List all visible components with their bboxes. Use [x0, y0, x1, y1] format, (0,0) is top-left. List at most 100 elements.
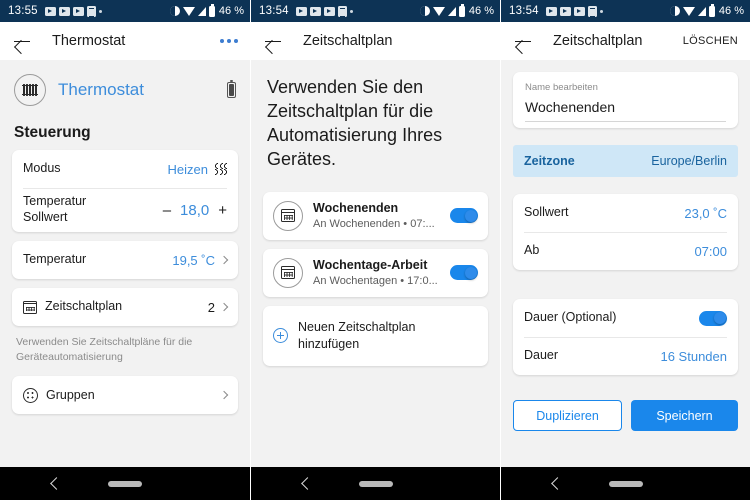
row-gruppen[interactable]: Gruppen: [12, 376, 238, 414]
groups-icon: [23, 387, 38, 403]
back-arrow-icon[interactable]: [513, 31, 533, 51]
schedule-name: Wochentage-Arbeit: [313, 258, 428, 273]
save-button[interactable]: Speichern: [631, 400, 738, 431]
row-zeitzone[interactable]: Zeitzone Europe/Berlin: [513, 145, 738, 177]
video-notification-icon: [573, 6, 585, 16]
device-header: Thermostat: [12, 60, 238, 106]
row-temperatur[interactable]: Temperatur 19,5 ˚C: [12, 241, 238, 279]
nav-back-icon[interactable]: [301, 477, 314, 490]
message-notification-icon: [587, 5, 597, 17]
nav-back-icon[interactable]: [551, 477, 564, 490]
kebab-menu-icon[interactable]: [220, 39, 238, 43]
nav-home-pill[interactable]: [358, 480, 393, 487]
list-item-texts: Wochentage-Arbeit An Wochentagen • 17:0.…: [313, 258, 442, 287]
row-temperatur-sollwert[interactable]: Temperatur Sollwert – 18,0 +: [12, 188, 238, 232]
row-sollwert[interactable]: Sollwert 23,0 ˚C: [513, 194, 738, 232]
page-title: Zeitschaltplan: [553, 33, 643, 49]
schedule-toggle[interactable]: [450, 265, 478, 281]
battery-icon: [208, 3, 215, 17]
panel-schedule-list: 13:54 46 % Zeitschaltplan Verwenden Sie …: [250, 0, 500, 500]
more-notifications-dot-icon: [599, 9, 603, 13]
row-dauer-optional[interactable]: Dauer (Optional): [513, 299, 738, 337]
list-item[interactable]: Wochenenden An Wochenenden • 07:...: [263, 192, 488, 240]
add-schedule-label: Neuen Zeitschaltplan hinzufügen: [298, 319, 416, 351]
app-bar: Zeitschaltplan LÖSCHEN: [501, 22, 750, 60]
row-value: 16 Stunden: [660, 348, 727, 364]
add-schedule-card[interactable]: Neuen Zeitschaltplan hinzufügen: [263, 305, 488, 366]
more-notifications-dot-icon: [349, 9, 353, 13]
wifi-icon: [182, 6, 195, 16]
temperature-card: Temperatur 19,5 ˚C: [12, 241, 238, 279]
message-notification-icon: [86, 5, 96, 17]
plus-circle-icon: [273, 328, 288, 344]
status-system-icons: 46 %: [419, 3, 494, 17]
row-label: Sollwert: [524, 205, 569, 220]
duration-card: Dauer (Optional) Dauer 16 Stunden: [513, 299, 738, 375]
row-value: 23,0 ˚C: [684, 205, 727, 221]
setpoint-card: Sollwert 23,0 ˚C Ab 07:00: [513, 194, 738, 270]
back-arrow-icon[interactable]: [263, 31, 283, 51]
app-bar: Zeitschaltplan: [251, 22, 500, 60]
radiator-icon: [14, 74, 46, 106]
status-bar: 13:54 46 %: [501, 0, 750, 22]
back-arrow-icon[interactable]: [12, 31, 32, 51]
row-label: Zeitschaltplan: [45, 299, 123, 314]
schedule-toggle[interactable]: [450, 208, 478, 224]
row-label: Gruppen: [46, 387, 95, 402]
panel-body: Thermostat Steuerung Modus Heizen Temper…: [0, 60, 250, 500]
setpoint-stepper: – 18,0 +: [163, 202, 227, 219]
list-item[interactable]: Wochentage-Arbeit An Wochentagen • 17:0.…: [263, 249, 488, 297]
row-zeitschaltplan[interactable]: Zeitschaltplan 2: [12, 288, 238, 326]
row-value: 19,5 ˚C: [172, 252, 215, 268]
name-card: Name bearbeiten Wochenenden: [513, 72, 738, 128]
video-notification-icon: [309, 6, 321, 16]
app-bar: Thermostat: [0, 22, 250, 60]
groups-card: Gruppen: [12, 376, 238, 415]
battery-icon: [458, 3, 465, 17]
video-notification-icon: [545, 6, 557, 16]
panel-body: Verwenden Sie den Zeitschaltplan für die…: [251, 60, 500, 500]
system-nav-bar: [0, 467, 250, 500]
timezone-label: Zeitzone: [524, 154, 575, 168]
nav-back-icon[interactable]: [50, 477, 63, 490]
setpoint-decrease-button[interactable]: –: [163, 203, 171, 218]
dnd-icon: [669, 6, 680, 16]
device-battery-icon: [227, 79, 236, 98]
row-label: Temperatur: [23, 252, 87, 267]
duplicate-button[interactable]: Duplizieren: [513, 400, 622, 431]
video-notification-icon: [72, 6, 84, 16]
row-ab[interactable]: Ab 07:00: [513, 232, 738, 270]
nav-home-pill[interactable]: [108, 480, 142, 487]
dnd-icon: [419, 6, 430, 16]
video-notification-icon: [295, 6, 307, 16]
name-field-label: Name bearbeiten: [525, 82, 598, 93]
timezone-value: Europe/Berlin: [651, 154, 727, 168]
status-time: 13:54: [259, 5, 289, 17]
schedule-item-card[interactable]: Wochentage-Arbeit An Wochentagen • 17:0.…: [263, 248, 488, 297]
row-modus[interactable]: Modus Heizen: [12, 150, 238, 188]
schedule-name: Wochenenden: [313, 201, 399, 216]
setpoint-increase-button[interactable]: +: [218, 203, 227, 218]
intro-text: Verwenden Sie den Zeitschaltplan für die…: [267, 77, 443, 169]
schedule-item-card[interactable]: Wochenenden An Wochenenden • 07:...: [263, 191, 488, 240]
schedule-subtitle: An Wochentagen • 17:0...: [313, 275, 438, 288]
name-field-wrapper[interactable]: Name bearbeiten Wochenenden: [513, 72, 738, 128]
signal-icon: [697, 6, 706, 16]
row-dauer[interactable]: Dauer 16 Stunden: [513, 337, 738, 375]
device-name: Thermostat: [58, 80, 144, 99]
nav-home-pill[interactable]: [608, 480, 643, 487]
three-panel-screenshot: 13:55 46 % Thermostat Thermostat Steueru…: [0, 0, 750, 500]
calendar-icon: [273, 257, 303, 288]
add-schedule-button[interactable]: Neuen Zeitschaltplan hinzufügen: [263, 306, 488, 366]
row-value: 07:00: [694, 243, 727, 259]
duration-toggle[interactable]: [699, 310, 727, 326]
status-time: 13:55: [8, 5, 38, 17]
row-label: Temperatur Sollwert: [23, 194, 87, 224]
system-nav-bar: [501, 467, 750, 500]
video-notification-icon: [323, 6, 335, 16]
name-field-value[interactable]: Wochenenden: [525, 99, 726, 122]
delete-button[interactable]: LÖSCHEN: [683, 35, 738, 47]
schedule-subtitle: An Wochenenden • 07:...: [313, 218, 435, 231]
page-title: Zeitschaltplan: [303, 33, 393, 49]
more-notifications-dot-icon: [98, 9, 102, 13]
